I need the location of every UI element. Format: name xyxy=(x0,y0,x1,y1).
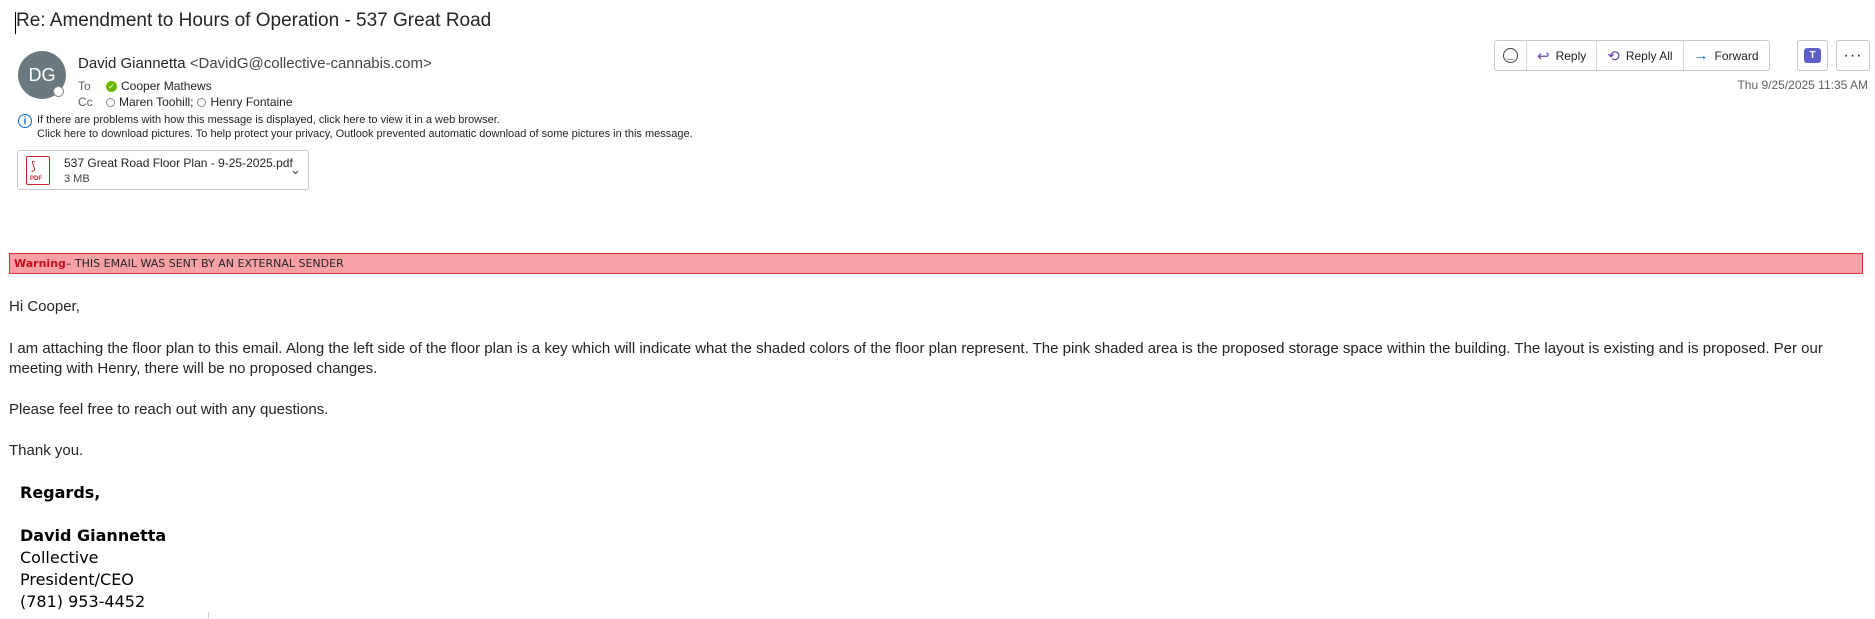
forward-label: Forward xyxy=(1714,48,1759,63)
body-greeting: Hi Cooper, xyxy=(9,298,80,315)
available-status-icon: ✓ xyxy=(106,80,117,92)
cc-row: Cc Maren Toohill; Henry Fontaine xyxy=(78,95,293,109)
body-paragraph: Thank you. xyxy=(9,442,84,459)
reply-label: Reply xyxy=(1555,48,1587,63)
message-actions-toolbar: ‿ ↩ Reply ⟲ Reply All → Forward xyxy=(1494,40,1770,71)
reply-button[interactable]: ↩ Reply xyxy=(1527,41,1598,70)
warning-label: Warning xyxy=(14,257,66,270)
teams-button[interactable]: T xyxy=(1797,40,1828,71)
cc-label: Cc xyxy=(78,95,93,109)
emoji-icon: ‿ xyxy=(1503,48,1518,63)
forward-button[interactable]: → Forward xyxy=(1684,41,1769,70)
recipient-to[interactable]: Cooper Mathews xyxy=(121,79,212,93)
recipient-cc[interactable]: Henry Fontaine xyxy=(210,95,292,109)
reply-all-label: Reply All xyxy=(1625,48,1673,63)
more-icon: ··· xyxy=(1843,46,1863,64)
chevron-down-icon[interactable]: ⌄ xyxy=(290,162,301,178)
more-actions-button[interactable]: ··· xyxy=(1836,40,1870,71)
teams-icon: T xyxy=(1804,48,1821,63)
forward-icon: → xyxy=(1693,47,1709,64)
signature-name: David Giannetta xyxy=(20,526,167,545)
body-paragraph: Please feel free to reach out with any q… xyxy=(9,401,329,418)
body-paragraph: I am attaching the floor plan to this em… xyxy=(9,340,1823,377)
recipient-cc[interactable]: Maren Toohill; xyxy=(119,95,193,109)
info-icon: i xyxy=(18,114,32,128)
signature-phone: (781) 953-4452 xyxy=(20,592,146,611)
display-problem-notice[interactable]: If there are problems with how this mess… xyxy=(37,114,500,126)
pdf-file-icon: ⟆ PDF xyxy=(26,156,50,185)
download-pictures-notice[interactable]: Click here to download pictures. To help… xyxy=(37,128,693,140)
unknown-status-icon xyxy=(106,97,115,107)
email-subject: Re: Amendment to Hours of Operation - 53… xyxy=(16,10,492,31)
sender[interactable]: David Giannetta <DavidG@collective-canna… xyxy=(78,55,432,72)
pdf-tag: PDF xyxy=(30,176,42,182)
unknown-status-icon xyxy=(197,97,207,107)
sender-name[interactable]: David Giannetta xyxy=(78,55,186,72)
signature-divider xyxy=(208,612,209,619)
attachment-card[interactable]: ⟆ PDF 537 Great Road Floor Plan - 9-25-2… xyxy=(17,150,309,190)
avatar-initials: DG xyxy=(28,64,56,85)
reply-icon: ↩ xyxy=(1537,47,1550,65)
attachment-size: 3 MB xyxy=(64,173,90,185)
react-button[interactable]: ‿ xyxy=(1495,41,1527,70)
sender-email[interactable]: <DavidG@collective-cannabis.com> xyxy=(190,55,432,72)
reply-all-button[interactable]: ⟲ Reply All xyxy=(1597,41,1684,70)
attachment-name: 537 Great Road Floor Plan - 9-25-2025.pd… xyxy=(64,156,293,170)
to-label: To xyxy=(78,79,91,93)
signature-regards: Regards, xyxy=(20,483,101,502)
received-date: Thu 9/25/2025 11:35 AM xyxy=(1737,78,1868,92)
warning-text: – THIS EMAIL WAS SENT BY AN EXTERNAL SEN… xyxy=(65,257,344,270)
signature-company: Collective xyxy=(20,548,99,567)
external-sender-warning: Warning – THIS EMAIL WAS SENT BY AN EXTE… xyxy=(9,253,1863,274)
reply-all-icon: ⟲ xyxy=(1607,47,1620,65)
signature-title: President/CEO xyxy=(20,570,134,589)
to-row: To ✓ Cooper Mathews xyxy=(78,79,212,93)
presence-status-icon xyxy=(53,86,64,97)
